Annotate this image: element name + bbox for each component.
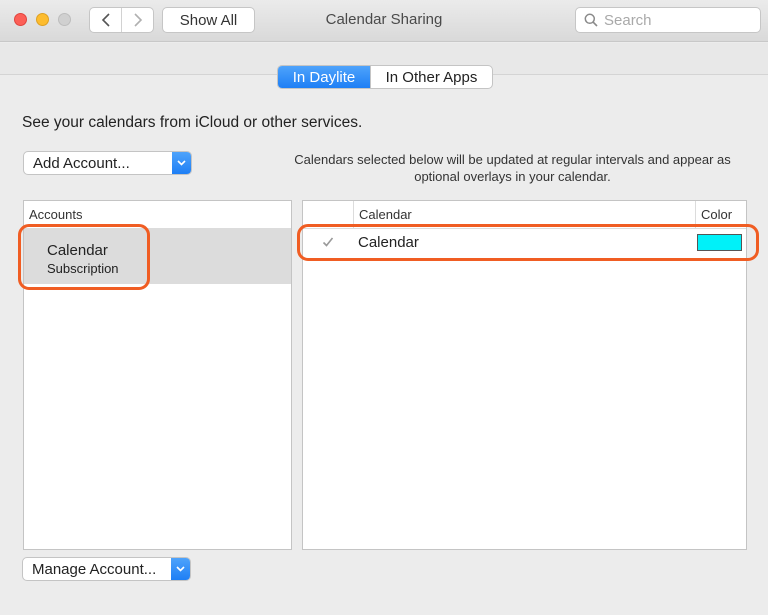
calendars-table-header: Calendar Color [303, 201, 746, 229]
calendars-table: Calendar Color Calendar [302, 200, 747, 550]
calendar-column-header[interactable]: Calendar [359, 207, 412, 222]
minimize-window-button[interactable] [36, 13, 49, 26]
calendar-row[interactable]: Calendar [303, 229, 746, 257]
account-type: Subscription [47, 261, 119, 276]
chevron-left-icon [101, 13, 110, 27]
accounts-list: Accounts Calendar Subscription [23, 200, 292, 550]
navigation-buttons [89, 7, 154, 33]
column-divider [695, 201, 696, 228]
chevron-right-icon [134, 13, 142, 27]
popup-arrow [172, 152, 191, 174]
manage-account-popup[interactable]: Manage Account... [22, 557, 191, 581]
accounts-column-header[interactable]: Accounts [24, 201, 291, 229]
color-column-header[interactable]: Color [701, 207, 732, 222]
window-title: Calendar Sharing [325, 11, 443, 28]
account-name: Calendar [47, 242, 108, 259]
popup-arrow [171, 558, 190, 580]
close-window-button[interactable] [14, 13, 27, 26]
accounts-header-label: Accounts [29, 207, 83, 222]
chevron-down-icon [177, 160, 186, 166]
manage-account-label: Manage Account... [32, 560, 157, 578]
add-account-label: Add Account... [33, 154, 130, 172]
account-row[interactable]: Calendar Subscription [24, 229, 291, 284]
tab-in-other-apps[interactable]: In Other Apps [370, 66, 492, 88]
search-field[interactable] [575, 7, 761, 33]
calendar-name: Calendar [358, 234, 419, 251]
back-button[interactable] [90, 8, 121, 32]
search-icon [584, 13, 598, 27]
search-input[interactable] [604, 11, 754, 29]
calendars-help-text: Calendars selected below will be updated… [294, 152, 731, 184]
show-all-button[interactable]: Show All [162, 7, 255, 33]
column-divider [353, 201, 354, 228]
tab-in-daylite[interactable]: In Daylite [278, 66, 370, 88]
zoom-window-button[interactable] [58, 13, 71, 26]
forward-button[interactable] [121, 8, 153, 32]
chevron-down-icon [176, 566, 185, 572]
add-account-popup[interactable]: Add Account... [23, 151, 192, 175]
location-tabs: In Daylite In Other Apps [277, 65, 493, 89]
title-bar: Show All Calendar Sharing [0, 0, 768, 42]
calendar-color-swatch[interactable] [697, 234, 742, 251]
intro-text: See your calendars from iCloud or other … [22, 114, 363, 131]
checkbox-checked-icon[interactable] [321, 235, 335, 249]
